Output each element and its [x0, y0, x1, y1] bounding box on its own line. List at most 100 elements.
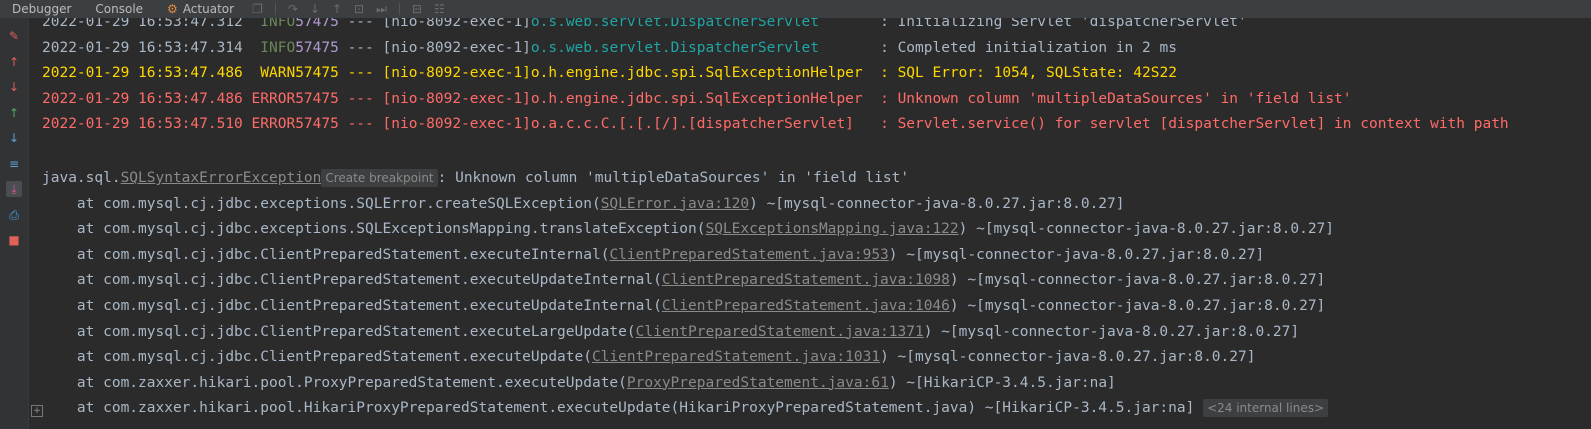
stack-frame-method: at com.mysql.cj.jdbc.ClientPreparedState… — [42, 297, 662, 314]
stack-frame: at com.mysql.cj.jdbc.ClientPreparedState… — [42, 347, 1256, 367]
log-timestamp: 2022-01-29 16:53:47.510 — [42, 116, 243, 133]
tab-actuator[interactable]: ⚙ Actuator — [155, 2, 246, 16]
stack-frame-source-link[interactable]: ClientPreparedStatement.java:953 — [609, 247, 888, 263]
down-arrow-blue-icon[interactable]: ↓ — [6, 130, 22, 146]
stack-frame-method: at com.mysql.cj.jdbc.ClientPreparedState… — [42, 246, 610, 263]
log-pid: 57475 — [295, 90, 339, 107]
stack-frame-method: at com.mysql.cj.jdbc.ClientPreparedState… — [42, 323, 636, 340]
stack-frame: at com.mysql.cj.jdbc.ClientPreparedState… — [42, 296, 1325, 316]
log-line: 2022-01-29 16:53:47.510 ERROR57475 --- [… — [42, 114, 1509, 134]
restore-layout-icon[interactable]: ❐ — [252, 2, 263, 16]
log-level: WARN — [251, 65, 296, 82]
log-level: ERROR — [251, 90, 296, 107]
log-line: 2022-01-29 16:53:47.486 WARN57475 --- [n… — [42, 63, 1177, 83]
toolbar-separator — [398, 3, 400, 15]
log-thread: [nio-8092-exec-1] — [382, 90, 531, 107]
stack-frame-method: at com.zaxxer.hikari.pool.ProxyPreparedS… — [42, 374, 627, 391]
log-pid: 57475 — [295, 39, 339, 56]
console-toolbar: ✎ ↑ ↓ ↑ ↓ ≡ ⤓ ⎙ ■ — [0, 18, 29, 429]
stack-frame-source-link[interactable]: ClientPreparedStatement.java:1046 — [662, 298, 950, 314]
toolbar-separator — [274, 3, 276, 15]
down-arrow-red-icon[interactable]: ↓ — [6, 79, 22, 95]
clear-all-icon[interactable]: ✎ — [6, 28, 22, 44]
exception-package: java.sql. — [42, 170, 121, 186]
stack-frame-jar: ) ~[mysql-connector-java-8.0.27.jar:8.0.… — [880, 349, 1256, 366]
log-logger: o.a.c.c.C.[.[.[/].[dispatcherServlet] — [530, 116, 881, 133]
run-to-cursor-icon[interactable]: ⊡ — [354, 2, 364, 16]
stack-frame-source-link[interactable]: ClientPreparedStatement.java:1031 — [592, 349, 880, 365]
settings-list-icon[interactable]: ☷ — [434, 2, 445, 16]
trash-icon[interactable]: ■ — [6, 232, 22, 248]
stack-frame: at com.zaxxer.hikari.pool.ProxyPreparedS… — [42, 373, 1116, 393]
log-thread: [nio-8092-exec-1] — [382, 116, 531, 133]
log-logger: o.h.engine.jdbc.spi.SqlExceptionHelper — [530, 90, 881, 107]
internal-lines-toggle[interactable]: <24 internal lines> — [1203, 399, 1329, 418]
up-arrow-red-icon[interactable]: ↑ — [6, 54, 22, 70]
stack-frame-source-link[interactable]: ClientPreparedStatement.java:1371 — [636, 324, 924, 340]
log-separator: --- — [338, 65, 383, 82]
stack-frame-method: at com.mysql.cj.jdbc.exceptions.SQLError… — [42, 195, 601, 212]
log-level: INFO — [251, 39, 296, 56]
log-message: : Completed initialization in 2 ms — [880, 39, 1177, 56]
log-thread: [nio-8092-exec-1] — [382, 39, 531, 56]
scroll-to-end-icon[interactable]: ⤓ — [6, 181, 22, 197]
log-message: : Unknown column 'multipleDataSources' i… — [880, 90, 1352, 107]
log-line: 2022-01-29 16:53:47.486 ERROR57475 --- [… — [42, 89, 1352, 109]
log-logger: o.h.engine.jdbc.spi.SqlExceptionHelper — [530, 65, 881, 82]
stack-frame-source-link[interactable]: SQLError.java:120 — [601, 196, 749, 212]
log-timestamp: 2022-01-29 16:53:47.486 — [42, 90, 243, 107]
create-breakpoint-button[interactable]: Create breakpoint — [321, 169, 438, 187]
log-timestamp: 2022-01-29 16:53:47.486 — [42, 65, 243, 82]
log-separator: --- — [338, 90, 383, 107]
tab-console-label: Console — [95, 2, 144, 16]
tool-window-header: Debugger Console ⚙ Actuator ❐ ↷ ↓ ↑ ⊡ ⏭ ⊟… — [0, 0, 1591, 18]
exception-message: : Unknown column 'multipleDataSources' i… — [437, 170, 910, 186]
log-pid: 57475 — [295, 116, 339, 133]
log-separator: --- — [338, 116, 383, 133]
log-pid: 57475 — [295, 65, 339, 82]
stack-frame-jar: ) ~[mysql-connector-java-8.0.27.jar:8.0.… — [923, 323, 1300, 340]
soft-wrap-icon[interactable]: ≡ — [6, 156, 22, 172]
tab-debugger-label: Debugger — [12, 2, 72, 16]
stack-frame-jar: ) ~[mysql-connector-java-8.0.27.jar:8.0.… — [949, 272, 1326, 289]
step-into-icon[interactable]: ↓ — [310, 2, 320, 16]
step-out-icon[interactable]: ↑ — [332, 2, 342, 16]
tab-actuator-label: Actuator — [182, 2, 235, 16]
stack-frame: at com.zaxxer.hikari.pool.HikariProxyPre… — [42, 398, 1329, 418]
stack-frame-method: at com.zaxxer.hikari.pool.HikariProxyPre… — [42, 400, 1204, 417]
log-timestamp: 2022-01-29 16:53:47.314 — [42, 39, 243, 56]
stack-frame-jar: ) ~[mysql-connector-java-8.0.27.jar:8.0.… — [949, 297, 1326, 314]
stack-frame-source-link[interactable]: ClientPreparedStatement.java:1098 — [662, 272, 950, 288]
fold-expand-icon[interactable]: + — [31, 405, 43, 417]
up-arrow-green-icon[interactable]: ↑ — [6, 105, 22, 121]
stack-frame-jar: ) ~[mysql-connector-java-8.0.27.jar:8.0.… — [888, 246, 1265, 263]
resume-icon[interactable]: ⏭ — [376, 2, 387, 17]
console-output[interactable]: 2022-01-29 16:53:47.312 INFO57475 --- [n… — [42, 0, 1591, 429]
log-thread: [nio-8092-exec-1] — [382, 65, 531, 82]
stack-frame: at com.mysql.cj.jdbc.exceptions.SQLExcep… — [42, 219, 1334, 239]
stack-frame-jar: ) ~[mysql-connector-java-8.0.27.jar:8.0.… — [749, 195, 1125, 212]
log-message: : SQL Error: 1054, SQLState: 42S22 — [880, 65, 1177, 82]
stack-frame-jar: ) ~[mysql-connector-java-8.0.27.jar:8.0.… — [958, 221, 1335, 238]
log-message: : Servlet.service() for servlet [dispatc… — [880, 116, 1509, 133]
stack-frame: at com.mysql.cj.jdbc.ClientPreparedState… — [42, 270, 1325, 290]
exception-line: java.sql.SQLSyntaxErrorException Create b… — [42, 168, 909, 188]
tab-console[interactable]: Console — [83, 2, 155, 16]
exception-class-link[interactable]: SQLSyntaxErrorException — [121, 170, 322, 186]
stack-frame-method: at com.mysql.cj.jdbc.exceptions.SQLExcep… — [42, 221, 706, 238]
step-over-icon[interactable]: ↷ — [288, 2, 298, 16]
stack-frame-source-link[interactable]: SQLExceptionsMapping.java:122 — [705, 221, 958, 237]
log-level: ERROR — [251, 116, 296, 133]
log-separator: --- — [338, 39, 383, 56]
actuator-icon: ⚙ — [167, 2, 178, 16]
stack-frame: at com.mysql.cj.jdbc.exceptions.SQLError… — [42, 194, 1125, 214]
log-line: 2022-01-29 16:53:47.314 INFO57475 --- [n… — [42, 38, 1177, 58]
stack-frame-source-link[interactable]: ProxyPreparedStatement.java:61 — [627, 375, 889, 391]
stack-frame-method: at com.mysql.cj.jdbc.ClientPreparedState… — [42, 272, 662, 289]
stack-frame-method: at com.mysql.cj.jdbc.ClientPreparedState… — [42, 349, 592, 366]
print-icon[interactable]: ⎙ — [6, 207, 22, 223]
evaluate-icon[interactable]: ⊟ — [412, 2, 422, 16]
stack-frame: at com.mysql.cj.jdbc.ClientPreparedState… — [42, 322, 1299, 342]
stack-frame-jar: ) ~[HikariCP-3.4.5.jar:na] — [888, 374, 1116, 391]
tab-debugger[interactable]: Debugger — [0, 2, 83, 16]
